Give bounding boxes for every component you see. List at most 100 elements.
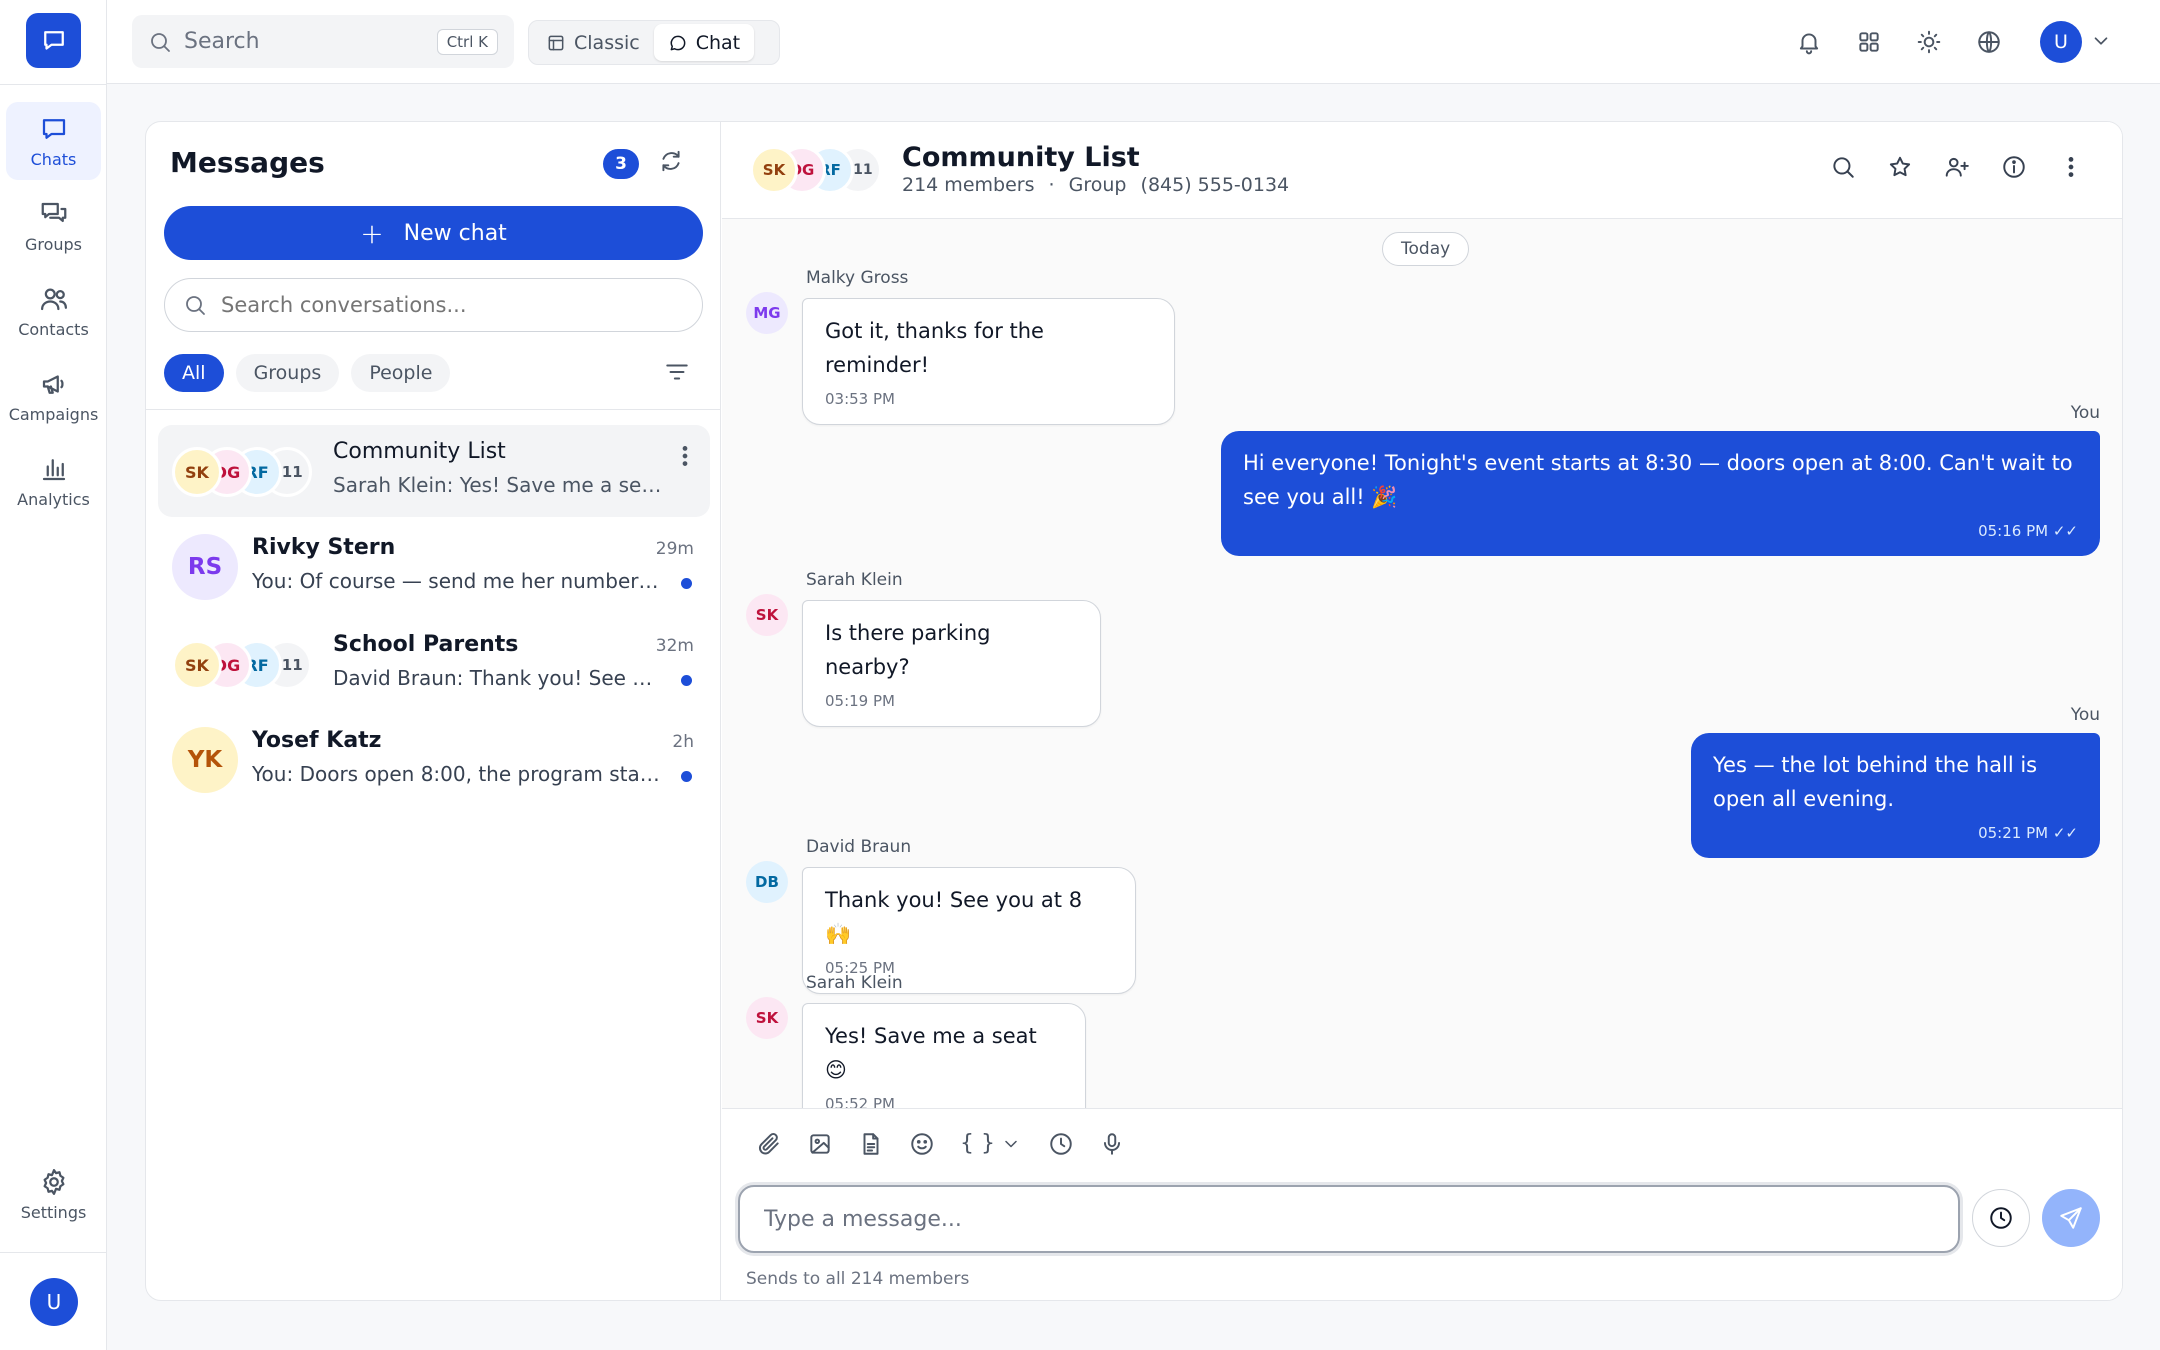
conversation-preview: Sarah Klein: Yes! Save me a seat 😊 <box>333 473 673 497</box>
conversation-name: Yosef Katz <box>252 728 382 753</box>
message-sender: Sarah Klein <box>806 570 903 590</box>
message-bubble[interactable]: Got it, thanks for the reminder! 03:53 P… <box>802 298 1175 425</box>
send-icon <box>2060 1207 2082 1229</box>
app-logo[interactable] <box>26 13 81 68</box>
avatar: RS <box>172 534 238 600</box>
attach-document-button[interactable] <box>858 1131 884 1157</box>
account-avatar[interactable]: U <box>2040 21 2082 63</box>
conversation-menu-button[interactable] <box>672 443 698 469</box>
bell-icon <box>1799 33 1819 55</box>
message-bubble[interactable]: Is there parking nearby? 05:19 PM <box>802 600 1101 727</box>
clock-icon <box>1050 1133 1072 1155</box>
user-avatar[interactable]: U <box>30 1278 78 1326</box>
rail-item-label: Contacts <box>18 319 89 339</box>
conversation-item-community-list[interactable]: SK DG RF 211 Community List Sarah Klein:… <box>158 425 710 517</box>
message-time: 05:21 PM ✓✓ <box>1978 824 2078 842</box>
avatar: SK <box>172 640 222 690</box>
conversation-search <box>164 278 703 332</box>
filter-lines-icon <box>666 364 688 380</box>
theme-toggle-button[interactable] <box>1911 24 1947 60</box>
panel-title: Messages <box>170 146 325 179</box>
layout-icon <box>548 35 564 50</box>
unread-count-badge: 3 <box>603 149 639 179</box>
avatar: MG <box>746 292 788 334</box>
view-toggle: Classic Chat <box>528 20 780 65</box>
avatar: DB <box>746 861 788 903</box>
star-chat-button[interactable] <box>1887 154 1913 180</box>
groups-icon <box>41 202 66 222</box>
variables-dropdown[interactable]: { } <box>960 1131 1021 1156</box>
view-classic-button[interactable]: Classic <box>532 24 654 61</box>
rail-item-label: Settings <box>20 1202 87 1222</box>
schedule-send-button[interactable] <box>1972 1189 2030 1247</box>
notifications-button[interactable] <box>1791 24 1827 60</box>
list-divider <box>146 409 721 410</box>
avatar: YK <box>172 727 238 793</box>
language-button[interactable] <box>1971 24 2007 60</box>
attach-image-button[interactable] <box>807 1131 833 1157</box>
message-text: Thank you! See you at 8 🙌 <box>825 888 1083 946</box>
filter-tab-groups[interactable]: Groups <box>235 354 340 392</box>
filter-tabs: All Groups People <box>164 354 462 392</box>
rail-item-label: Campaigns <box>8 404 99 424</box>
group-phone: (845) 555-0134 <box>1140 174 1290 196</box>
chat-bubble-icon <box>43 30 64 50</box>
conversation-preview: You: Doors open 8:00, the program starts… <box>252 762 664 786</box>
message-input[interactable] <box>738 1185 1960 1253</box>
sort-filter-button[interactable] <box>664 359 690 385</box>
schedule-button[interactable] <box>1048 1131 1074 1157</box>
search-icon <box>186 296 205 315</box>
conversation-search-input[interactable] <box>221 293 684 317</box>
rail-item-analytics[interactable]: Analytics <box>6 442 101 520</box>
rail-item-label: Chats <box>30 149 77 169</box>
subtitle-separator: · <box>1048 174 1055 196</box>
view-chat-button[interactable]: Chat <box>653 24 755 61</box>
unread-dot <box>681 578 692 589</box>
clock-icon <box>1990 1207 2012 1229</box>
conversation-item-rivky-stern[interactable]: RS Rivky Stern You: Of course — send me … <box>158 521 710 613</box>
account-menu-toggle[interactable] <box>2090 30 2112 52</box>
emoji-button[interactable] <box>909 1131 935 1157</box>
rail-item-groups[interactable]: Groups <box>6 187 101 265</box>
attach-file-button[interactable] <box>756 1131 782 1157</box>
info-icon <box>2003 156 2025 178</box>
chat-subtitle: 214 members · Group (845) 555-0134 <box>902 174 1289 196</box>
new-chat-button[interactable]: + New chat <box>164 206 703 260</box>
conversation-item-school-parents[interactable]: SK DG RF 211 School Parents David Braun:… <box>158 618 710 710</box>
chat-info-button[interactable] <box>2001 154 2027 180</box>
apps-button[interactable] <box>1851 24 1887 60</box>
rail-item-campaigns[interactable]: Campaigns <box>6 357 101 435</box>
chat-more-button[interactable] <box>2058 154 2084 180</box>
rail-divider <box>0 84 107 85</box>
conversation-item-yosef-katz[interactable]: YK Yosef Katz You: Doors open 8:00, the … <box>158 714 710 806</box>
message-sender: Sarah Klein <box>806 973 903 993</box>
rail-item-chats[interactable]: Chats <box>6 102 101 180</box>
left-rail: Chats Groups Contacts Campaigns Analytic… <box>0 0 107 1350</box>
conversation-preview: David Braun: Thank you! See you at 8 🙌 <box>333 666 663 690</box>
chat-search-button[interactable] <box>1830 154 1856 180</box>
rail-item-settings[interactable]: Settings <box>6 1155 101 1233</box>
message-bubble[interactable]: Yes — the lot behind the hall is open al… <box>1691 733 2100 858</box>
message-time: 03:53 PM <box>825 390 895 408</box>
rail-divider <box>0 1252 107 1253</box>
filter-tab-all[interactable]: All <box>164 354 224 392</box>
group-avatar-stack: SK DG RF 211 <box>172 640 312 690</box>
message-text: Is there parking nearby? <box>825 621 991 679</box>
microphone-icon <box>1103 1133 1121 1155</box>
messages-card: Messages 3 + New chat All Groups People … <box>145 121 2123 1301</box>
send-button[interactable] <box>2042 1189 2100 1247</box>
global-search[interactable]: Search Ctrl K <box>132 15 514 68</box>
add-member-button[interactable] <box>1944 154 1970 180</box>
search-placeholder: Search <box>184 29 260 54</box>
refresh-button[interactable] <box>658 148 684 174</box>
rail-item-label: Groups <box>24 234 83 254</box>
message-bubble[interactable]: Hi everyone! Tonight's event starts at 8… <box>1221 431 2100 556</box>
chevron-down-icon <box>1005 1140 1017 1147</box>
voice-note-button[interactable] <box>1099 1131 1125 1157</box>
filter-tab-people[interactable]: People <box>351 354 451 392</box>
kebab-menu-icon <box>2068 157 2074 177</box>
rail-item-contacts[interactable]: Contacts <box>6 272 101 350</box>
chat-bubble-icon <box>42 118 65 139</box>
chat-type: Group <box>1068 174 1127 196</box>
view-classic-label: Classic <box>574 31 640 54</box>
